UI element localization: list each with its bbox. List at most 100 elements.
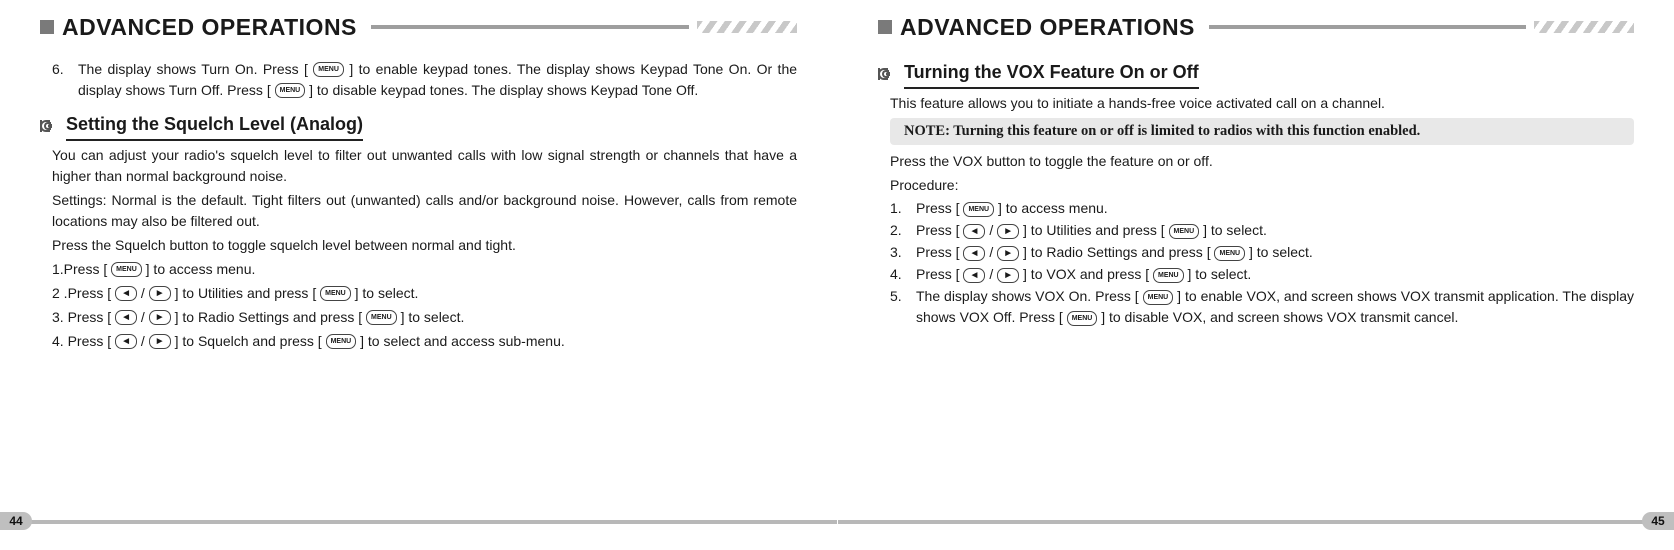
text: ] to Utilities and press [ <box>1023 222 1165 238</box>
signal-icon <box>878 66 896 82</box>
text: / <box>989 222 993 238</box>
text: / <box>989 244 993 260</box>
step-2: 2. Press [ ◄ / ► ] to Utilities and pres… <box>890 220 1634 241</box>
right-arrow-icon: ► <box>149 334 171 349</box>
text: The display shows VOX On. Press [ <box>916 288 1139 304</box>
square-bullet-icon <box>40 20 54 34</box>
right-arrow-icon: ► <box>149 310 171 325</box>
paragraph: Press the VOX button to toggle the featu… <box>890 151 1634 172</box>
left-arrow-icon: ◄ <box>963 224 985 239</box>
text: ] to Utilities and press [ <box>175 285 317 301</box>
page-body: Turning the VOX Feature On or Off This f… <box>878 59 1634 329</box>
text: ] to select. <box>1203 222 1267 238</box>
step-4: 4. Press [ ◄ / ► ] to Squelch and press … <box>52 331 797 352</box>
menu-button-icon: MENU <box>1214 246 1245 261</box>
step-number: 4. <box>890 264 908 285</box>
paragraph: Press the Squelch button to toggle squel… <box>52 235 797 256</box>
text: ] to select and access sub-menu. <box>360 333 565 349</box>
header-bar: ADVANCED OPERATIONS <box>40 10 797 45</box>
text: ] to access menu. <box>998 200 1108 216</box>
text: ] to select. <box>355 285 419 301</box>
step-5: 5. The display shows VOX On. Press [ MEN… <box>890 286 1634 328</box>
text: 3. Press [ <box>52 309 111 325</box>
left-arrow-icon: ◄ <box>115 286 137 301</box>
menu-button-icon: MENU <box>1153 268 1184 283</box>
page-number: 45 <box>1642 512 1674 530</box>
text: Press [ <box>916 200 960 216</box>
left-arrow-icon: ◄ <box>115 310 137 325</box>
text: ] to disable keypad tones. The display s… <box>309 82 698 98</box>
step-1: 1.Press [ MENU ] to access menu. <box>52 259 797 280</box>
text: Press [ <box>916 266 960 282</box>
section-title: Turning the VOX Feature On or Off <box>904 59 1199 89</box>
section-title: Setting the Squelch Level (Analog) <box>66 111 363 141</box>
step-number: 2. <box>890 220 908 241</box>
menu-button-icon: MENU <box>326 334 357 349</box>
menu-button-icon: MENU <box>275 83 306 98</box>
menu-button-icon: MENU <box>1169 224 1200 239</box>
step-number: 5. <box>890 286 908 328</box>
text: ] to select. <box>401 309 465 325</box>
page-spread: ADVANCED OPERATIONS 6. The display shows… <box>0 0 1674 550</box>
paragraph: Settings: Normal is the default. Tight f… <box>52 190 797 232</box>
text: Press [ <box>916 222 960 238</box>
procedure-list: 1. Press [ MENU ] to access menu. 2. Pre… <box>890 198 1634 328</box>
text: ] to Radio Settings and press [ <box>1023 244 1211 260</box>
menu-button-icon: MENU <box>1143 290 1174 305</box>
signal-icon <box>40 118 58 134</box>
left-arrow-icon: ◄ <box>963 268 985 283</box>
right-arrow-icon: ► <box>997 268 1019 283</box>
text: / <box>141 309 145 325</box>
page-title: ADVANCED OPERATIONS <box>900 10 1195 45</box>
hatch-decoration-icon <box>697 21 797 33</box>
page-right: ADVANCED OPERATIONS Turning the VOX Feat… <box>837 0 1674 550</box>
text: ] to access menu. <box>146 261 256 277</box>
text: Press [ <box>916 244 960 260</box>
text: The display shows Turn On. Press [ <box>78 61 308 77</box>
page-number: 44 <box>0 512 32 530</box>
right-arrow-icon: ► <box>997 224 1019 239</box>
header-bar: ADVANCED OPERATIONS <box>878 10 1634 45</box>
menu-button-icon: MENU <box>111 262 142 277</box>
text: / <box>141 285 145 301</box>
text: / <box>141 333 145 349</box>
text: ] to Radio Settings and press [ <box>175 309 363 325</box>
text: 4. Press [ <box>52 333 111 349</box>
menu-button-icon: MENU <box>1067 311 1098 326</box>
square-bullet-icon <box>878 20 892 34</box>
left-arrow-icon: ◄ <box>115 334 137 349</box>
hatch-decoration-icon <box>1534 21 1634 33</box>
text: ] to VOX and press [ <box>1023 266 1149 282</box>
section-heading: Turning the VOX Feature On or Off <box>878 59 1634 89</box>
menu-button-icon: MENU <box>313 62 344 77</box>
header-rule <box>1209 25 1526 29</box>
text: ] to disable VOX, and screen shows VOX t… <box>1101 309 1458 325</box>
menu-button-icon: MENU <box>320 286 351 301</box>
step-number: 3. <box>890 242 908 263</box>
step-4: 4. Press [ ◄ / ► ] to VOX and press [ ME… <box>890 264 1634 285</box>
paragraph: You can adjust your radio's squelch leve… <box>52 145 797 187</box>
text: 1.Press [ <box>52 261 107 277</box>
note-box: NOTE: Turning this feature on or off is … <box>890 118 1634 146</box>
step-2: 2 .Press [ ◄ / ► ] to Utilities and pres… <box>52 283 797 304</box>
page-body: 6. The display shows Turn On. Press [ ME… <box>40 59 797 352</box>
step-3: 3. Press [ ◄ / ► ] to Radio Settings and… <box>52 307 797 328</box>
text: ] to select. <box>1249 244 1313 260</box>
text: / <box>989 266 993 282</box>
footer-rule <box>0 520 837 524</box>
step-number: 1. <box>890 198 908 219</box>
step-1: 1. Press [ MENU ] to access menu. <box>890 198 1634 219</box>
text: ] to Squelch and press [ <box>175 333 322 349</box>
paragraph: Procedure: <box>890 175 1634 196</box>
step-number: 6. <box>52 59 70 101</box>
paragraph: This feature allows you to initiate a ha… <box>890 93 1634 114</box>
menu-button-icon: MENU <box>366 310 397 325</box>
footer-rule <box>838 520 1674 524</box>
left-arrow-icon: ◄ <box>963 246 985 261</box>
right-arrow-icon: ► <box>149 286 171 301</box>
header-rule <box>371 25 689 29</box>
text: ] to select. <box>1188 266 1252 282</box>
section-heading: Setting the Squelch Level (Analog) <box>40 111 797 141</box>
page-title: ADVANCED OPERATIONS <box>62 10 357 45</box>
text: 2 .Press [ <box>52 285 111 301</box>
